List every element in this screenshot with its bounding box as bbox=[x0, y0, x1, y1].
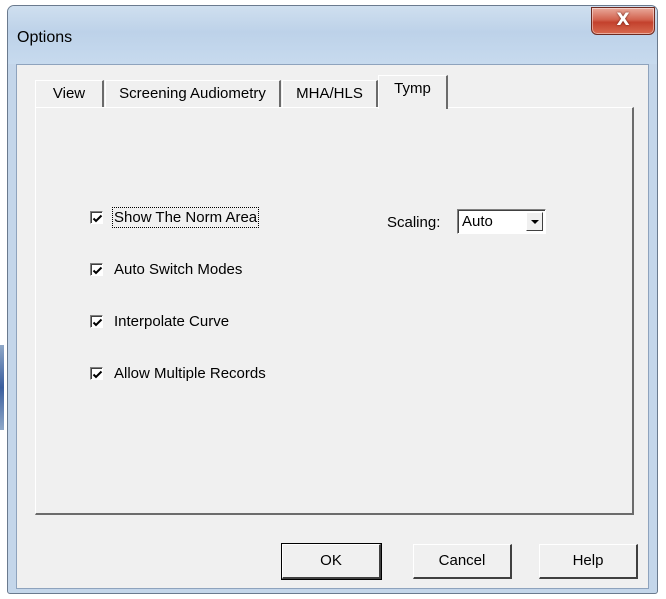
title-bar[interactable]: Options X bbox=[8, 6, 657, 64]
ok-button[interactable]: OK bbox=[281, 543, 382, 580]
window-title: Options bbox=[17, 29, 73, 46]
allow-multiple-records-label: Allow Multiple Records bbox=[114, 364, 266, 382]
ok-button-label: OK bbox=[320, 552, 342, 569]
interpolate-curve-checkbox[interactable] bbox=[90, 314, 103, 328]
background-window-edge bbox=[0, 345, 4, 430]
tymp-tab-panel: Show The Norm Area Auto Switch Modes Int… bbox=[35, 107, 634, 515]
dropdown-arrow-icon[interactable] bbox=[526, 212, 543, 231]
auto-switch-modes-checkbox[interactable] bbox=[90, 262, 103, 276]
scaling-select-value: Auto bbox=[462, 213, 493, 230]
tab-tymp-label: Tymp bbox=[394, 80, 431, 97]
auto-switch-modes-label: Auto Switch Modes bbox=[114, 260, 243, 278]
cancel-button[interactable]: Cancel bbox=[413, 544, 512, 579]
dialog-client-area: View Screening Audiometry MHA/HLS Tymp S… bbox=[16, 64, 649, 589]
help-button-label: Help bbox=[572, 552, 604, 569]
show-norm-area-checkbox[interactable] bbox=[90, 210, 103, 224]
tab-tymp[interactable]: Tymp bbox=[378, 75, 448, 109]
option-show-norm-area[interactable]: Show The Norm Area bbox=[90, 206, 260, 228]
option-allow-multiple-records[interactable]: Allow Multiple Records bbox=[90, 363, 266, 383]
tab-strip: View Screening Audiometry MHA/HLS Tymp bbox=[17, 65, 648, 109]
scaling-label: Scaling: bbox=[387, 214, 441, 231]
checkmark-icon bbox=[92, 370, 103, 378]
checkmark-icon bbox=[92, 266, 103, 274]
tab-view-label: View bbox=[52, 85, 86, 102]
options-dialog: Options X View Screening Audiometry MHA/… bbox=[7, 5, 658, 594]
option-auto-switch-modes[interactable]: Auto Switch Modes bbox=[90, 259, 242, 279]
tab-mha-hls-label: MHA/HLS bbox=[296, 85, 363, 102]
interpolate-curve-label: Interpolate Curve bbox=[114, 312, 230, 330]
allow-multiple-records-checkbox[interactable] bbox=[90, 366, 103, 380]
tab-screening-audiometry-label: Screening Audiometry bbox=[119, 85, 266, 102]
close-button[interactable]: X bbox=[591, 7, 655, 35]
tab-view[interactable]: View bbox=[35, 80, 104, 108]
close-icon: X bbox=[616, 10, 630, 30]
option-interpolate-curve[interactable]: Interpolate Curve bbox=[90, 311, 229, 331]
scaling-select[interactable]: Auto bbox=[457, 209, 546, 234]
checkmark-icon bbox=[92, 318, 103, 326]
cancel-button-label: Cancel bbox=[438, 552, 486, 569]
help-button[interactable]: Help bbox=[539, 544, 638, 579]
tab-screening-audiometry[interactable]: Screening Audiometry bbox=[105, 80, 281, 108]
tab-mha-hls[interactable]: MHA/HLS bbox=[282, 80, 378, 108]
show-norm-area-label: Show The Norm Area bbox=[111, 206, 260, 228]
checkmark-icon bbox=[92, 214, 103, 222]
